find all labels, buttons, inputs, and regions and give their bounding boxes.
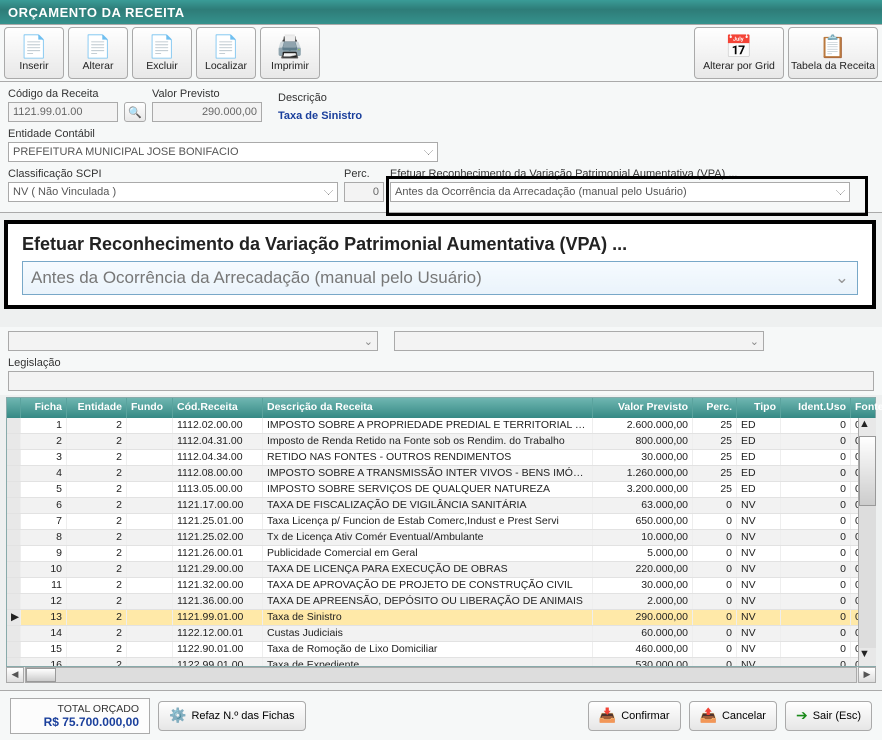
legislacao-label: Legislação [8,357,874,369]
edit-document-icon: 📄 [84,34,111,60]
chevron-down-icon: ⌄ [750,335,759,348]
imprimir-button[interactable]: 🖨️ Imprimir [260,27,320,79]
excluir-button[interactable]: 📄 Excluir [132,27,192,79]
entidade-contabil-label: Entidade Contábil [8,128,438,140]
vertical-scrollbar[interactable]: ▲ ▼ [858,418,876,666]
table-row[interactable]: 1521122.90.01.00Taxa de Romoção de Lixo … [7,642,875,658]
table-row[interactable]: 421112.08.00.00IMPOSTO SOBRE A TRANSMISS… [7,466,875,482]
unknown-dropdown-2[interactable]: ⌄ [394,331,764,351]
scroll-up-button[interactable]: ▲ [859,418,876,436]
col-descricao[interactable]: Descrição da Receita [263,398,593,418]
scroll-down-button[interactable]: ▼ [859,648,876,666]
table-row[interactable]: 221112.04.31.00Imposto de Renda Retido n… [7,434,875,450]
vpa-callout-value: Antes da Ocorrência da Arrecadação (manu… [31,268,482,288]
receita-grid: Ficha Entidade Fundo Cód.Receita Descriç… [6,397,876,667]
window-title: ORÇAMENTO DA RECEITA [8,5,185,20]
table-row[interactable]: 821121.25.02.00Tx de Licença Ativ Comér … [7,530,875,546]
form-area: Código da Receita 🔍 Valor Previsto Descr… [0,82,882,213]
classificacao-scpi-select[interactable]: NV ( Não Vinculada ) [8,182,338,202]
table-row[interactable]: 1021121.29.00.00TAXA DE LICENÇA PARA EXE… [7,562,875,578]
inserir-button[interactable]: 📄 Inserir [4,27,64,79]
col-fundo[interactable]: Fundo [127,398,173,418]
horizontal-scrollbar[interactable]: ◀ ▶ [6,665,876,683]
entidade-contabil-select[interactable]: PREFEITURA MUNICIPAL JOSE BONIFACIO [8,142,438,162]
vpa-select[interactable]: Antes da Ocorrência da Arrecadação (manu… [390,182,850,202]
tabela-receita-button[interactable]: 📋 Tabela da Receita [788,27,878,79]
chevron-down-icon: ⌄ [364,335,373,348]
table-row[interactable]: 521113.05.00.00IMPOSTO SOBRE SERVIÇOS DE… [7,482,875,498]
grid-icon: 📅 [725,34,752,60]
total-orcado-value: R$ 75.700.000,00 [21,715,139,729]
col-perc[interactable]: Perc. [693,398,737,418]
scroll-right-button[interactable]: ▶ [858,667,876,683]
search-document-icon: 📄 [212,34,239,60]
perc-input[interactable] [344,182,384,202]
col-entidade[interactable]: Entidade [67,398,127,418]
scroll-left-button[interactable]: ◀ [6,667,24,683]
table-row[interactable]: 1221121.36.00.00TAXA DE APREENSÃO, DEPÓS… [7,594,875,610]
vpa-label: Efetuar Reconhecimento da Variação Patri… [390,168,874,180]
table-row[interactable]: 1121121.32.00.00TAXA DE APROVAÇÃO DE PRO… [7,578,875,594]
table-row[interactable]: 721121.25.01.00Taxa Licença p/ Funcion d… [7,514,875,530]
chevron-down-icon: ⌄ [835,268,849,288]
scroll-thumb[interactable] [859,436,876,506]
unknown-dropdown-1[interactable]: ⌄ [8,331,378,351]
table-row[interactable]: 321112.04.34.00RETIDO NAS FONTES - OUTRO… [7,450,875,466]
classificacao-scpi-label: Classificação SCPI [8,168,338,180]
plus-document-icon: 📄 [20,34,47,60]
descricao-label: Descrição [278,92,362,104]
clipboard-icon: 📋 [819,34,846,60]
legislacao-input[interactable] [8,371,874,391]
total-orcado-box: TOTAL ORÇADO R$ 75.700.000,00 [10,698,150,734]
vpa-callout-select[interactable]: Antes da Ocorrência da Arrecadação (manu… [22,261,858,295]
table-row[interactable]: ▶1321121.99.01.00Taxa de Sinistro290.000… [7,610,875,626]
confirmar-button[interactable]: 📥 Confirmar [588,701,681,731]
total-orcado-label: TOTAL ORÇADO [21,703,139,715]
main-toolbar: 📄 Inserir 📄 Alterar 📄 Excluir 📄 Localiza… [0,24,882,82]
exit-icon: ➔ [796,707,808,724]
perc-label: Perc. [344,168,384,180]
vpa-callout: Efetuar Reconhecimento da Variação Patri… [4,220,876,309]
gears-icon: ⚙️ [169,707,186,724]
descricao-value: Taxa de Sinistro [278,106,362,122]
codigo-receita-input[interactable] [8,102,118,122]
vpa-callout-title: Efetuar Reconhecimento da Variação Patri… [22,234,858,255]
col-fonte[interactable]: Fonte G [851,398,882,418]
sair-button[interactable]: ➔ Sair (Esc) [785,701,872,731]
search-icon: 🔍 [128,106,142,119]
window-titlebar: ORÇAMENTO DA RECEITA [0,0,882,24]
cancelar-button[interactable]: 📤 Cancelar [689,701,777,731]
localizar-button[interactable]: 📄 Localizar [196,27,256,79]
col-valor[interactable]: Valor Previsto [593,398,693,418]
col-ident[interactable]: Ident.Uso [781,398,851,418]
grid-body[interactable]: 121112.02.00.00IMPOSTO SOBRE A PROPRIEDA… [7,418,875,666]
lower-form-area: ⌄ ⌄ Legislação [0,327,882,395]
confirm-icon: 📥 [599,707,616,724]
printer-icon: 🖨️ [276,34,303,60]
col-tipo[interactable]: Tipo [737,398,781,418]
codigo-lookup-button[interactable]: 🔍 [124,102,146,122]
table-row[interactable]: 121112.02.00.00IMPOSTO SOBRE A PROPRIEDA… [7,418,875,434]
grid-header: Ficha Entidade Fundo Cód.Receita Descriç… [7,398,875,418]
codigo-receita-label: Código da Receita [8,88,118,100]
cancel-icon: 📤 [700,707,717,724]
table-row[interactable]: 1621122.99.01.00Taxa de Expediente530.00… [7,658,875,666]
table-row[interactable]: 1421122.12.00.01Custas Judiciais60.000,0… [7,626,875,642]
alterar-por-grid-button[interactable]: 📅 Alterar por Grid [694,27,784,79]
table-row[interactable]: 921121.26.00.01Publicidade Comercial em … [7,546,875,562]
delete-document-icon: 📄 [148,34,175,60]
valor-previsto-input[interactable] [152,102,262,122]
valor-previsto-label: Valor Previsto [152,88,262,100]
alterar-button[interactable]: 📄 Alterar [68,27,128,79]
refaz-fichas-button[interactable]: ⚙️ Refaz N.º das Fichas [158,701,306,731]
col-cod[interactable]: Cód.Receita [173,398,263,418]
footer-bar: TOTAL ORÇADO R$ 75.700.000,00 ⚙️ Refaz N… [0,690,882,740]
table-row[interactable]: 621121.17.00.00TAXA DE FISCALIZAÇÃO DE V… [7,498,875,514]
col-ficha[interactable]: Ficha [21,398,67,418]
hscroll-thumb[interactable] [26,668,56,682]
